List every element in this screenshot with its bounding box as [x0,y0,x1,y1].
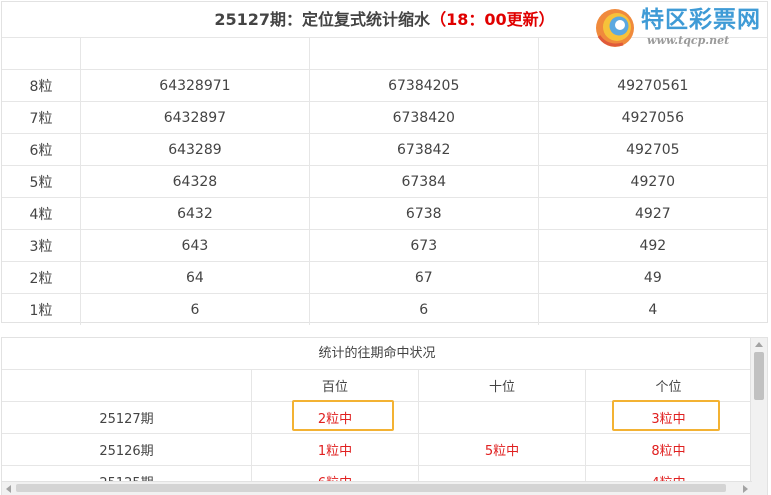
grid-header-cell [80,38,310,70]
table-row: 25126期 1粒中 5粒中 8粒中 [2,433,752,466]
table-row: 5粒 64328 67384 49270 [2,165,767,198]
hit-history-title: 统计的往期命中状况 [2,338,752,370]
grid-header-cell [309,38,539,70]
tens-value: 673842 [309,133,539,166]
hundreds-value: 6432 [80,197,310,230]
tens-header: 十位 [418,370,586,402]
table-row: 8粒 64328971 67384205 49270561 [2,69,767,102]
tens-value: 6 [309,293,539,325]
row-label: 5粒 [2,165,81,198]
ones-value: 492 [538,229,767,262]
scroll-left-arrow-icon[interactable] [6,485,11,493]
logo-url: www.tqcp.net [647,34,730,47]
table-row: 7粒 6432897 6738420 4927056 [2,101,767,134]
hundreds-value: 643 [80,229,310,262]
vertical-scrollbar[interactable] [750,338,767,495]
ones-value: 49270 [538,165,767,198]
scroll-right-arrow-icon[interactable] [743,485,748,493]
vertical-scroll-thumb[interactable] [754,352,764,400]
tens-hit-cell [418,401,586,434]
tens-value: 67384205 [309,69,539,102]
site-logo[interactable]: 特区彩票网 www.tqcp.net [593,6,761,47]
grid-header-cell [2,38,81,70]
row-label: 4粒 [2,197,81,230]
hit-history-panel: 统计的往期命中状况 百位 十位 个位 25127期 2粒中 3粒中 25126期… [1,337,768,495]
table-row: 4粒 6432 6738 4927 [2,197,767,230]
update-note: （18：00更新） [430,10,555,29]
hundreds-value: 643289 [80,133,310,166]
ones-header: 个位 [585,370,752,402]
horizontal-scrollbar[interactable] [2,481,752,495]
issue-title: 25127期：定位复式统计缩水 [214,10,431,29]
scroll-up-arrow-icon[interactable] [755,342,763,347]
period-cell: 25126期 [2,433,252,466]
tens-value: 67 [309,261,539,294]
hit-text: 2粒中 [317,412,353,427]
hundreds-header: 百位 [251,370,419,402]
hundreds-value: 6432897 [80,101,310,134]
ones-value: 4927056 [538,101,767,134]
tens-value: 673 [309,229,539,262]
row-label: 2粒 [2,261,81,294]
row-label: 8粒 [2,69,81,102]
ones-value: 4 [648,301,658,318]
tens-hit-cell: 5粒中 [418,433,586,466]
period-cell: 25127期 [2,401,252,434]
tens-value: 67384 [309,165,539,198]
ones-hit-cell: 3粒中 [585,400,752,434]
position-grid: 8粒 64328971 67384205 49270561 7粒 6432897… [2,38,767,325]
row-label: 1粒 [2,293,81,325]
ones-value: 49270561 [538,69,767,102]
hundreds-hit-cell: 1粒中 [251,433,419,466]
row-label: 6粒 [2,133,81,166]
row-label: 3粒 [2,229,81,262]
hundreds-value: 6 [80,293,310,325]
ones-value: 4927 [538,197,767,230]
tens-value: 6738420 [309,101,539,134]
logo-name: 特区彩票网 [641,7,761,33]
ones-hit-cell: 8粒中 [585,433,752,466]
stats-panel: 25127期：定位复式统计缩水（18：00更新） 特区彩票网 www.tqcp.… [1,1,768,325]
ones-value: 492705 [538,133,767,166]
table-row: 25127期 2粒中 3粒中 [2,400,752,434]
row-label: 7粒 [2,101,81,134]
table-row: 6粒 643289 673842 492705 [2,133,767,166]
hundreds-value: 64 [80,261,310,294]
table-header-row: 百位 十位 个位 [2,370,752,402]
horizontal-scroll-thumb[interactable] [16,484,726,492]
swirl-logo-icon [593,6,637,50]
table-row: 3粒 643 673 492 [2,229,767,262]
ones-value: 49 [538,261,767,294]
hundreds-value: 64328971 [80,69,310,102]
period-header [2,370,252,402]
hundreds-hit-cell: 2粒中 [251,400,419,434]
page-title: 25127期：定位复式统计缩水（18：00更新） 特区彩票网 www.tqcp.… [2,2,767,47]
table-row: 2粒 64 67 49 [2,261,767,294]
hundreds-value: 64328 [80,165,310,198]
tens-value: 6738 [309,197,539,230]
hit-text: 3粒中 [651,412,686,427]
hit-history-table: 百位 十位 个位 25127期 2粒中 3粒中 25126期 1粒中 5粒中 8… [2,370,752,495]
table-row: 1粒 6 6 4 [2,293,767,325]
